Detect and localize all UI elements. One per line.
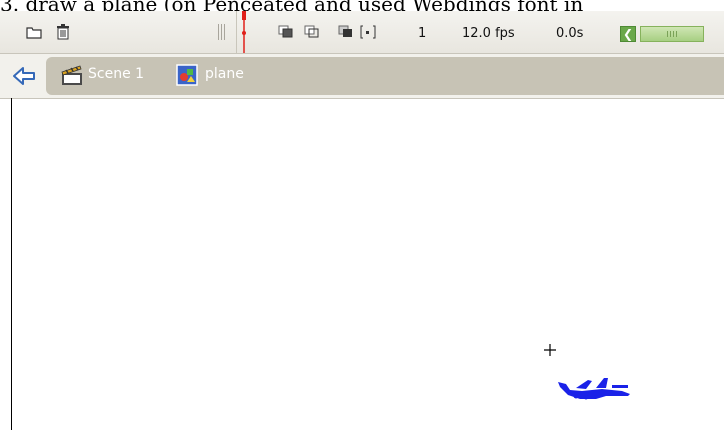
panel-grip[interactable] [218,24,226,40]
tutorial-caption: 3. draw a plane (on Penceated and used W… [0,0,724,11]
registration-crosshair-icon [543,342,557,356]
frame-rate[interactable]: 12.0 fps [462,24,515,42]
onion-outlines-icon[interactable] [304,23,320,41]
timeline-scrollbar-thumb[interactable] [640,26,704,42]
breadcrumb-scene[interactable]: Scene 1 [88,66,144,82]
playhead-icon[interactable] [240,11,252,53]
breadcrumb [46,57,724,95]
edit-bar: Scene 1 plane [0,54,724,99]
folder-icon[interactable] [26,23,42,41]
breadcrumb-symbol[interactable]: plane [205,66,244,82]
graphic-symbol-icon[interactable] [176,64,198,86]
timeline-toolbar: 1 12.0 fps 0.0s ❮ [0,11,724,54]
current-frame: 1 [418,25,427,41]
back-arrow-icon[interactable] [12,66,36,86]
onion-skin-icon[interactable] [278,23,294,41]
modify-onion-markers-icon[interactable] [360,23,376,41]
elapsed-time: 0.0s [556,25,584,41]
stage-border [11,98,12,430]
trash-icon[interactable] [56,23,70,41]
edit-multiple-frames-icon[interactable] [338,23,354,41]
plane-symbol[interactable] [556,372,636,402]
scroll-left-icon[interactable]: ❮ [620,26,636,42]
panel-divider [236,11,237,53]
scroll-grip [667,31,677,37]
clapperboard-icon[interactable] [60,63,84,87]
